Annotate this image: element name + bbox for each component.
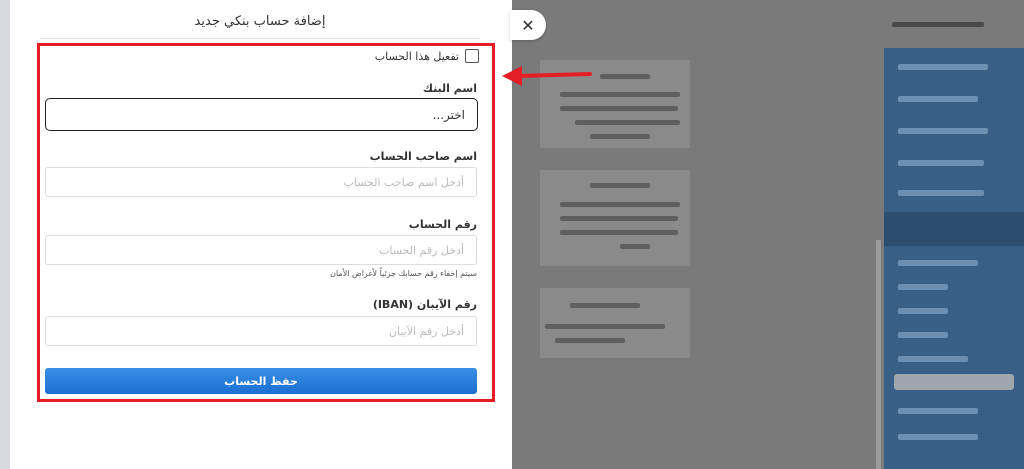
close-icon[interactable]: ✕ bbox=[510, 10, 546, 40]
account-number-label: رقم الحساب bbox=[408, 218, 477, 231]
bank-name-label: اسم البنك bbox=[422, 82, 477, 95]
holder-name-placeholder: أدخل اسم صاحب الحساب bbox=[343, 175, 465, 189]
account-number-helper: سيتم إخفاء رقم حسابك جزئياً لأغراض الأما… bbox=[330, 269, 477, 278]
bank-name-select[interactable]: اختر... bbox=[45, 98, 478, 131]
activate-account-label: تفعيل هذا الحساب bbox=[374, 49, 459, 63]
title-divider bbox=[40, 38, 480, 39]
add-bank-account-panel: إضافة حساب بنكي جديد تفعيل هذا الحساب اس… bbox=[10, 0, 512, 469]
activate-account-checkbox[interactable] bbox=[465, 49, 479, 63]
iban-placeholder: أدخل رقم الآيبان bbox=[388, 324, 464, 338]
save-account-button[interactable]: حفظ الحساب bbox=[45, 368, 477, 394]
panel-title: إضافة حساب بنكي جديد bbox=[194, 14, 326, 29]
activate-account-row[interactable]: تفعيل هذا الحساب bbox=[375, 49, 479, 63]
holder-name-label: اسم صاحب الحساب bbox=[369, 150, 477, 163]
iban-label: رقم الآيبان (IBAN) bbox=[372, 298, 477, 311]
iban-input[interactable]: أدخل رقم الآيبان bbox=[45, 316, 477, 346]
account-number-placeholder: أدخل رقم الحساب bbox=[379, 243, 464, 257]
left-edge bbox=[0, 0, 10, 469]
red-arrow-annotation bbox=[502, 66, 592, 86]
holder-name-input[interactable]: أدخل اسم صاحب الحساب bbox=[45, 167, 477, 197]
account-number-input[interactable]: أدخل رقم الحساب bbox=[45, 235, 477, 265]
bank-name-value: اختر... bbox=[432, 107, 465, 122]
